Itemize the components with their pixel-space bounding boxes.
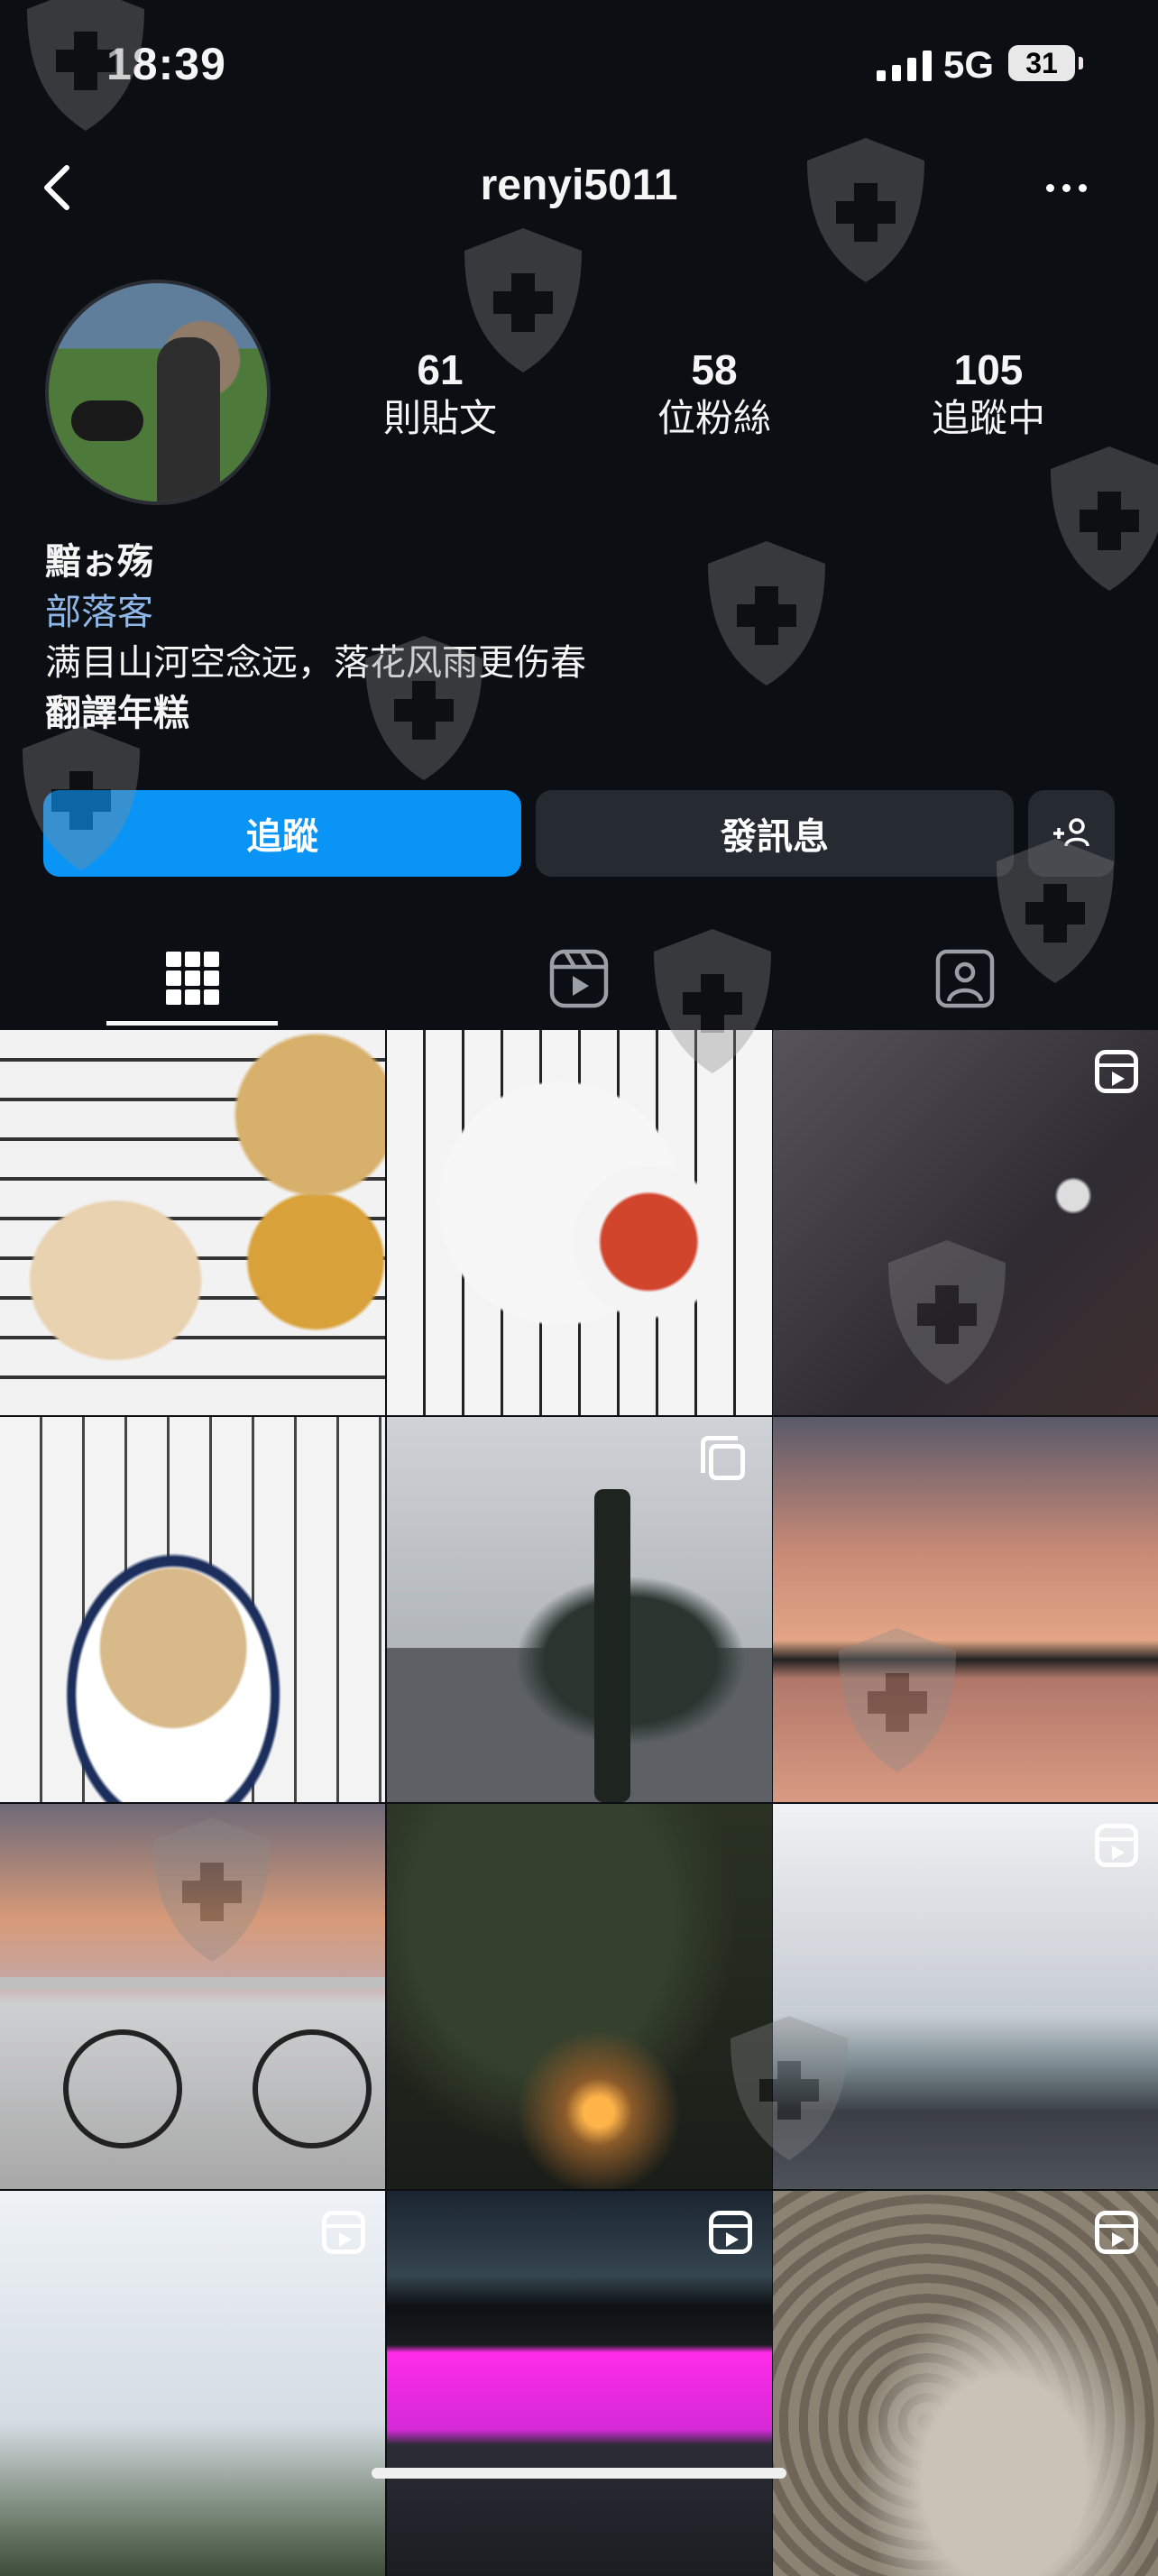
translate-bio-link[interactable]: 翻譯年糕 bbox=[45, 684, 189, 736]
battery-icon: 31 bbox=[1008, 45, 1083, 81]
selected-tab-indicator bbox=[106, 1021, 278, 1026]
profile-display-name: 黯ぉ殇 bbox=[45, 542, 153, 582]
reels-icon bbox=[549, 949, 609, 1008]
shield-watermark-icon bbox=[1051, 446, 1158, 591]
post-thumbnail[interactable] bbox=[0, 1417, 385, 1802]
followers-count: 58 bbox=[691, 346, 738, 393]
suggested-users-button[interactable] bbox=[1028, 790, 1115, 877]
status-bar: 18:39 5G 31 bbox=[0, 0, 1158, 135]
grid-icon bbox=[166, 952, 219, 1005]
home-indicator bbox=[372, 2468, 786, 2479]
posts-grid bbox=[0, 1030, 1158, 2576]
post-thumbnail[interactable] bbox=[386, 1030, 772, 1415]
shield-watermark-icon bbox=[807, 138, 924, 282]
post-thumbnail[interactable] bbox=[773, 2191, 1158, 2576]
avatar[interactable] bbox=[45, 280, 271, 505]
post-thumbnail[interactable] bbox=[0, 1804, 385, 2189]
profile-bio: 满目山河空念远，落花风雨更伤春 bbox=[45, 643, 586, 683]
following-label: 追蹤中 bbox=[931, 397, 1045, 439]
post-thumbnail[interactable] bbox=[386, 1417, 772, 1802]
profile-username: renyi5011 bbox=[480, 161, 678, 209]
reel-icon bbox=[708, 2211, 752, 2254]
reel-icon bbox=[1095, 1050, 1138, 1093]
tagged-person-icon bbox=[935, 949, 995, 1008]
post-thumbnail[interactable] bbox=[386, 1804, 772, 2189]
following-stat[interactable]: 105 追蹤中 bbox=[898, 345, 1079, 442]
add-person-icon bbox=[1053, 818, 1089, 847]
post-thumbnail[interactable] bbox=[773, 1030, 1158, 1415]
posts-label: 則貼文 bbox=[382, 397, 497, 439]
following-count: 105 bbox=[953, 346, 1024, 393]
network-type: 5G bbox=[943, 43, 995, 86]
profile-category: 部落客 bbox=[45, 593, 153, 632]
message-button[interactable]: 發訊息 bbox=[536, 790, 1014, 877]
followers-stat[interactable]: 58 位粉絲 bbox=[624, 345, 804, 442]
tab-reels[interactable] bbox=[386, 929, 772, 1028]
carousel-icon bbox=[700, 1436, 745, 1480]
posts-count: 61 bbox=[417, 346, 464, 393]
reel-icon bbox=[1095, 1824, 1138, 1867]
post-thumbnail[interactable] bbox=[773, 1804, 1158, 2189]
tab-tagged[interactable] bbox=[772, 929, 1158, 1028]
tab-posts-grid[interactable] bbox=[0, 929, 386, 1028]
reel-icon bbox=[1095, 2211, 1138, 2254]
followers-label: 位粉絲 bbox=[657, 397, 771, 439]
post-thumbnail[interactable] bbox=[386, 2191, 772, 2576]
cellular-signal-icon bbox=[877, 51, 932, 81]
status-time: 18:39 bbox=[106, 39, 226, 89]
reel-icon bbox=[322, 2211, 365, 2254]
follow-button[interactable]: 追蹤 bbox=[43, 790, 521, 877]
more-options-icon[interactable] bbox=[1046, 170, 1100, 206]
post-thumbnail[interactable] bbox=[0, 1030, 385, 1415]
post-thumbnail[interactable] bbox=[773, 1417, 1158, 1802]
post-thumbnail[interactable] bbox=[0, 2191, 385, 2576]
shield-watermark-icon bbox=[708, 541, 825, 685]
posts-count-stat[interactable]: 61 則貼文 bbox=[350, 345, 530, 442]
